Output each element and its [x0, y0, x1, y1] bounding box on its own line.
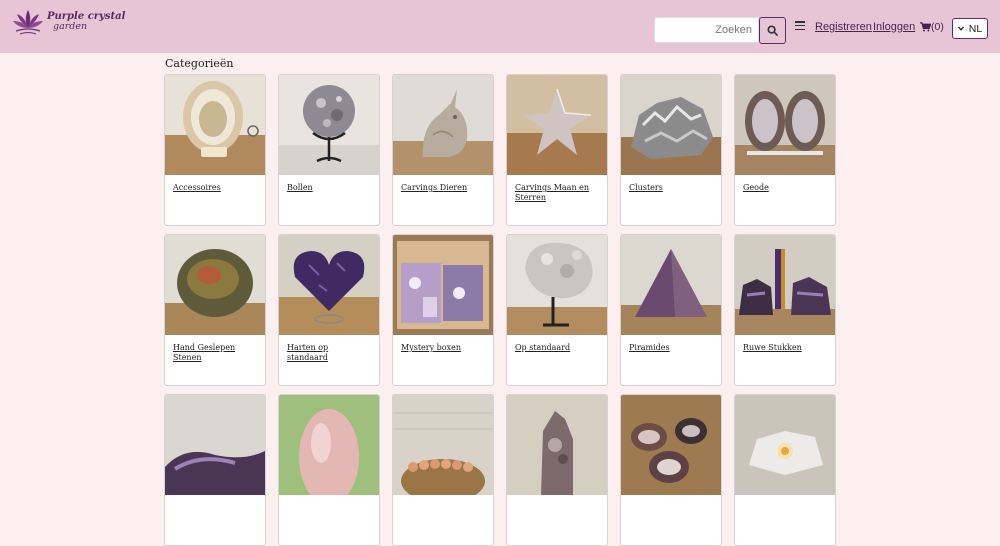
- language-select[interactable]: NL: [952, 18, 988, 39]
- category-card[interactable]: [506, 394, 608, 546]
- category-label[interactable]: Clusters: [621, 175, 721, 193]
- category-card[interactable]: Accessoires: [164, 74, 266, 226]
- category-image: [393, 75, 493, 175]
- category-label[interactable]: Carvings Maan en Sterren: [507, 175, 607, 203]
- category-image: [279, 235, 379, 335]
- category-image: [393, 235, 493, 335]
- category-card[interactable]: Piramides: [620, 234, 722, 386]
- cart-count: (0): [931, 21, 944, 33]
- language-label: NL: [968, 22, 983, 35]
- category-image: [507, 75, 607, 175]
- category-label[interactable]: Geode: [735, 175, 835, 193]
- chevron-down-icon: [957, 26, 964, 31]
- category-label[interactable]: Op standaard: [507, 335, 607, 353]
- site-logo[interactable]: Purple crystal garden: [11, 6, 125, 38]
- category-label[interactable]: Harten op standaard: [279, 335, 379, 363]
- category-card[interactable]: [734, 394, 836, 546]
- logo-text: Purple crystal garden: [47, 12, 125, 32]
- category-image: [735, 395, 835, 495]
- category-image: [279, 395, 379, 495]
- category-label[interactable]: Hand Geslepen Stenen: [165, 335, 265, 363]
- category-grid: Accessoires Bollen Carvings Dieren Carvi…: [164, 74, 836, 546]
- search-input[interactable]: Zoeken: [654, 17, 759, 43]
- search-icon: [767, 25, 778, 36]
- category-card[interactable]: [278, 394, 380, 546]
- category-card[interactable]: [620, 394, 722, 546]
- category-image: [165, 395, 265, 495]
- category-card[interactable]: Op standaard: [506, 234, 608, 386]
- category-label[interactable]: [165, 495, 265, 503]
- category-image: [507, 235, 607, 335]
- category-image: [165, 75, 265, 175]
- site-header: Purple crystal garden Zoeken Registreren…: [0, 0, 1000, 53]
- category-label[interactable]: [393, 495, 493, 503]
- category-label[interactable]: Piramides: [621, 335, 721, 353]
- category-card[interactable]: Ruwe Stukken: [734, 234, 836, 386]
- category-card[interactable]: Harten op standaard: [278, 234, 380, 386]
- cart-link[interactable]: (0): [920, 21, 944, 33]
- category-label[interactable]: Ruwe Stukken: [735, 335, 835, 353]
- category-card[interactable]: Bollen: [278, 74, 380, 226]
- cart-icon: [920, 22, 931, 32]
- search-button[interactable]: [759, 17, 786, 44]
- category-label[interactable]: [279, 495, 379, 503]
- category-label[interactable]: [621, 495, 721, 503]
- category-image: [621, 395, 721, 495]
- category-label[interactable]: Mystery boxen: [393, 335, 493, 353]
- category-image: [393, 395, 493, 495]
- category-card[interactable]: Hand Geslepen Stenen: [164, 234, 266, 386]
- category-image: [735, 235, 835, 335]
- category-label[interactable]: [507, 495, 607, 503]
- category-image: [735, 75, 835, 175]
- category-card[interactable]: [164, 394, 266, 546]
- category-card[interactable]: Geode: [734, 74, 836, 226]
- category-card[interactable]: Clusters: [620, 74, 722, 226]
- category-card[interactable]: Carvings Maan en Sterren: [506, 74, 608, 226]
- register-link[interactable]: Registreren: [815, 21, 872, 33]
- category-label[interactable]: Carvings Dieren: [393, 175, 493, 193]
- category-image: [621, 75, 721, 175]
- category-label[interactable]: Bollen: [279, 175, 379, 193]
- category-image: [621, 235, 721, 335]
- category-image: [507, 395, 607, 495]
- menu-icon[interactable]: [795, 21, 805, 31]
- category-image: [279, 75, 379, 175]
- login-link[interactable]: Inloggen: [873, 21, 915, 33]
- category-card[interactable]: Mystery boxen: [392, 234, 494, 386]
- category-image: [165, 235, 265, 335]
- logo-line-2: garden: [53, 21, 88, 32]
- category-card[interactable]: Carvings Dieren: [392, 74, 494, 226]
- category-label[interactable]: [735, 495, 835, 503]
- page-title: Categorieën: [165, 57, 234, 70]
- category-card[interactable]: [392, 394, 494, 546]
- lotus-logo-icon: [13, 10, 43, 35]
- category-label[interactable]: Accessoires: [165, 175, 265, 193]
